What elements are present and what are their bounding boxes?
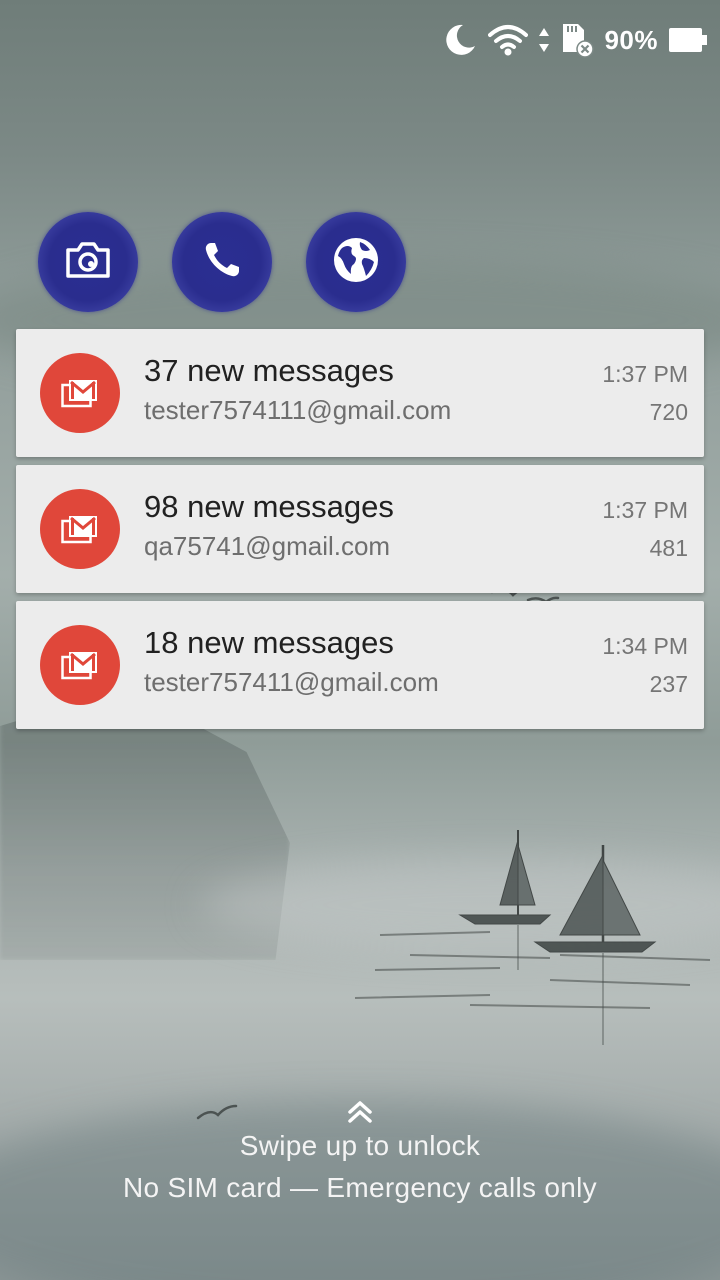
notification-account: qa75741@gmail.com (144, 531, 391, 561)
battery-percent: 90% (604, 24, 658, 55)
sd-card-icon (560, 22, 595, 58)
unlock-area[interactable]: Swipe up to unlock No SIM card — Emergen… (0, 1100, 720, 1204)
notification-card[interactable]: 37 new messages tester7574111@gmail.com … (16, 329, 704, 457)
phone-shortcut[interactable] (172, 212, 272, 312)
notification-count: 481 (649, 535, 688, 561)
notification-title: 18 new messages (144, 625, 394, 660)
double-chevron-up-icon (348, 1101, 372, 1123)
camera-icon (64, 240, 112, 285)
gmail-icon (40, 489, 120, 569)
notification-account: tester757411@gmail.com (144, 667, 439, 697)
battery-icon (668, 27, 708, 53)
notification-card[interactable]: 98 new messages qa75741@gmail.com 1:37 P… (16, 465, 704, 593)
moon-icon (442, 22, 478, 58)
lockscreen-shortcuts (38, 212, 406, 312)
camera-shortcut[interactable] (38, 212, 138, 312)
notification-card[interactable]: 18 new messages tester757411@gmail.com 1… (16, 601, 704, 729)
gmail-icon (40, 353, 120, 433)
data-arrows-icon (538, 26, 550, 54)
notification-list: 37 new messages tester7574111@gmail.com … (16, 329, 704, 737)
gmail-icon (40, 625, 120, 705)
browser-shortcut[interactable] (306, 212, 406, 312)
notification-count: 720 (649, 399, 688, 425)
notification-title: 98 new messages (144, 489, 394, 524)
notification-title: 37 new messages (144, 353, 394, 388)
notification-time: 1:37 PM (602, 361, 688, 387)
notification-account: tester7574111@gmail.com (144, 395, 452, 425)
phone-icon (202, 240, 242, 285)
swipe-to-unlock-text: Swipe up to unlock (239, 1130, 481, 1161)
notification-count: 237 (649, 671, 688, 697)
status-bar: 90% (0, 0, 720, 80)
globe-icon (332, 236, 380, 289)
wifi-icon (488, 23, 529, 57)
notification-time: 1:34 PM (602, 633, 688, 659)
sim-status-text: No SIM card — Emergency calls only (123, 1172, 597, 1203)
notification-time: 1:37 PM (602, 497, 688, 523)
